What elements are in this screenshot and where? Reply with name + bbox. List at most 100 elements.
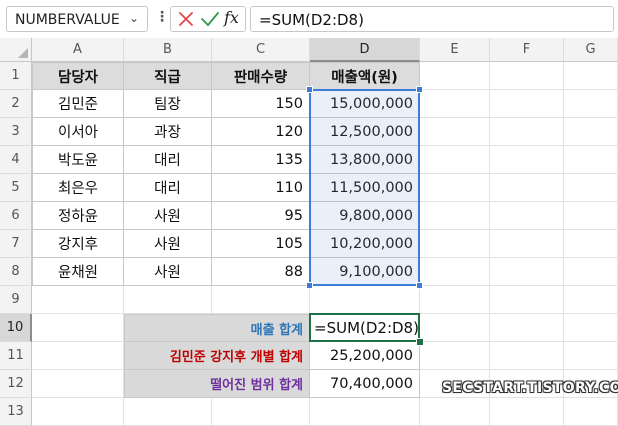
table-cell[interactable]: 윤채원 [32, 258, 124, 286]
row-header-13[interactable]: 13 [0, 398, 32, 426]
cell[interactable] [420, 62, 490, 90]
range-handle[interactable] [416, 282, 423, 289]
table-cell[interactable]: 대리 [124, 174, 212, 202]
table-cell[interactable]: 이서아 [32, 118, 124, 146]
summary-value[interactable]: 25,200,000 [310, 342, 420, 370]
table-header-cell[interactable]: 담당자 [32, 62, 124, 90]
table-header-cell[interactable]: 직급 [124, 62, 212, 90]
table-cell[interactable]: 박도윤 [32, 146, 124, 174]
cell[interactable] [564, 202, 618, 230]
column-header-g[interactable]: G [564, 38, 618, 62]
table-cell[interactable]: 88 [212, 258, 310, 286]
cell[interactable] [564, 314, 618, 342]
column-header-d[interactable]: D [310, 38, 420, 62]
cell[interactable] [32, 370, 124, 398]
table-cell[interactable]: 110 [212, 174, 310, 202]
cell[interactable] [564, 258, 618, 286]
table-header-cell[interactable]: 매출액(원) [310, 62, 420, 90]
formula-input[interactable]: =SUM(D2:D8) [250, 6, 614, 32]
cell[interactable] [490, 258, 564, 286]
row-header-4[interactable]: 4 [0, 146, 32, 174]
row-header-5[interactable]: 5 [0, 174, 32, 202]
row-header-1[interactable]: 1 [0, 62, 32, 90]
cell[interactable] [564, 90, 618, 118]
row-header-7[interactable]: 7 [0, 230, 32, 258]
table-cell[interactable]: 11,500,000 [310, 174, 420, 202]
table-cell[interactable]: 정하윤 [32, 202, 124, 230]
cell[interactable] [420, 314, 490, 342]
table-cell[interactable]: 150 [212, 90, 310, 118]
cell[interactable] [490, 314, 564, 342]
cell[interactable] [124, 398, 212, 426]
table-cell[interactable]: 팀장 [124, 90, 212, 118]
cell[interactable] [32, 342, 124, 370]
cell[interactable] [490, 118, 564, 146]
cell[interactable] [490, 90, 564, 118]
column-header-f[interactable]: F [490, 38, 564, 62]
cell[interactable] [564, 286, 618, 314]
cell[interactable] [420, 174, 490, 202]
cell[interactable] [420, 230, 490, 258]
cell[interactable] [490, 342, 564, 370]
cell[interactable] [310, 398, 420, 426]
cell[interactable] [490, 146, 564, 174]
table-cell[interactable]: 김민준 [32, 90, 124, 118]
cell[interactable] [420, 118, 490, 146]
cell[interactable] [32, 314, 124, 342]
column-header-b[interactable]: B [124, 38, 212, 62]
column-header-e[interactable]: E [420, 38, 490, 62]
chevron-down-icon[interactable]: ⌄ [129, 11, 139, 25]
row-header-12[interactable]: 12 [0, 370, 32, 398]
row-header-10[interactable]: 10 [0, 314, 32, 342]
cell[interactable] [564, 230, 618, 258]
cell[interactable] [564, 174, 618, 202]
cancel-icon[interactable] [176, 8, 196, 30]
table-cell[interactable]: 9,800,000 [310, 202, 420, 230]
cell[interactable] [490, 286, 564, 314]
table-cell[interactable]: 과장 [124, 118, 212, 146]
table-cell[interactable]: 최은우 [32, 174, 124, 202]
cell[interactable] [420, 286, 490, 314]
cell[interactable] [490, 62, 564, 90]
cell[interactable] [32, 398, 124, 426]
row-header-8[interactable]: 8 [0, 258, 32, 286]
cell[interactable] [420, 90, 490, 118]
column-header-a[interactable]: A [32, 38, 124, 62]
check-icon[interactable] [199, 8, 221, 30]
table-cell[interactable]: 사원 [124, 230, 212, 258]
range-handle[interactable] [416, 86, 423, 93]
cell[interactable] [32, 286, 124, 314]
cell[interactable] [564, 398, 618, 426]
cell[interactable] [490, 230, 564, 258]
row-header-11[interactable]: 11 [0, 342, 32, 370]
summary-value[interactable]: 70,400,000 [310, 370, 420, 398]
column-header-c[interactable]: C [212, 38, 310, 62]
table-cell[interactable]: 사원 [124, 258, 212, 286]
cell[interactable] [490, 174, 564, 202]
active-cell-d10[interactable]: =SUM(D2:D8) [309, 313, 420, 342]
cell[interactable] [564, 146, 618, 174]
table-cell[interactable]: 사원 [124, 202, 212, 230]
table-header-cell[interactable]: 판매수량 [212, 62, 310, 90]
row-header-2[interactable]: 2 [0, 90, 32, 118]
cell[interactable] [564, 118, 618, 146]
table-cell[interactable]: 강지후 [32, 230, 124, 258]
select-all-corner[interactable] [0, 38, 32, 62]
row-header-3[interactable]: 3 [0, 118, 32, 146]
table-cell[interactable]: 95 [212, 202, 310, 230]
cell[interactable] [212, 286, 310, 314]
cell[interactable] [420, 342, 490, 370]
more-options-icon[interactable]: ⋮ [155, 9, 169, 25]
cell[interactable] [490, 398, 564, 426]
table-cell[interactable]: 9,100,000 [310, 258, 420, 286]
cell[interactable] [124, 286, 212, 314]
cell[interactable] [564, 342, 618, 370]
table-cell[interactable]: 105 [212, 230, 310, 258]
table-cell[interactable]: 13,800,000 [310, 146, 420, 174]
table-cell[interactable]: 대리 [124, 146, 212, 174]
table-cell[interactable]: 15,000,000 [310, 90, 420, 118]
table-cell[interactable]: 10,200,000 [310, 230, 420, 258]
fx-icon[interactable]: fx [224, 8, 239, 27]
table-cell[interactable]: 120 [212, 118, 310, 146]
cell[interactable] [490, 202, 564, 230]
